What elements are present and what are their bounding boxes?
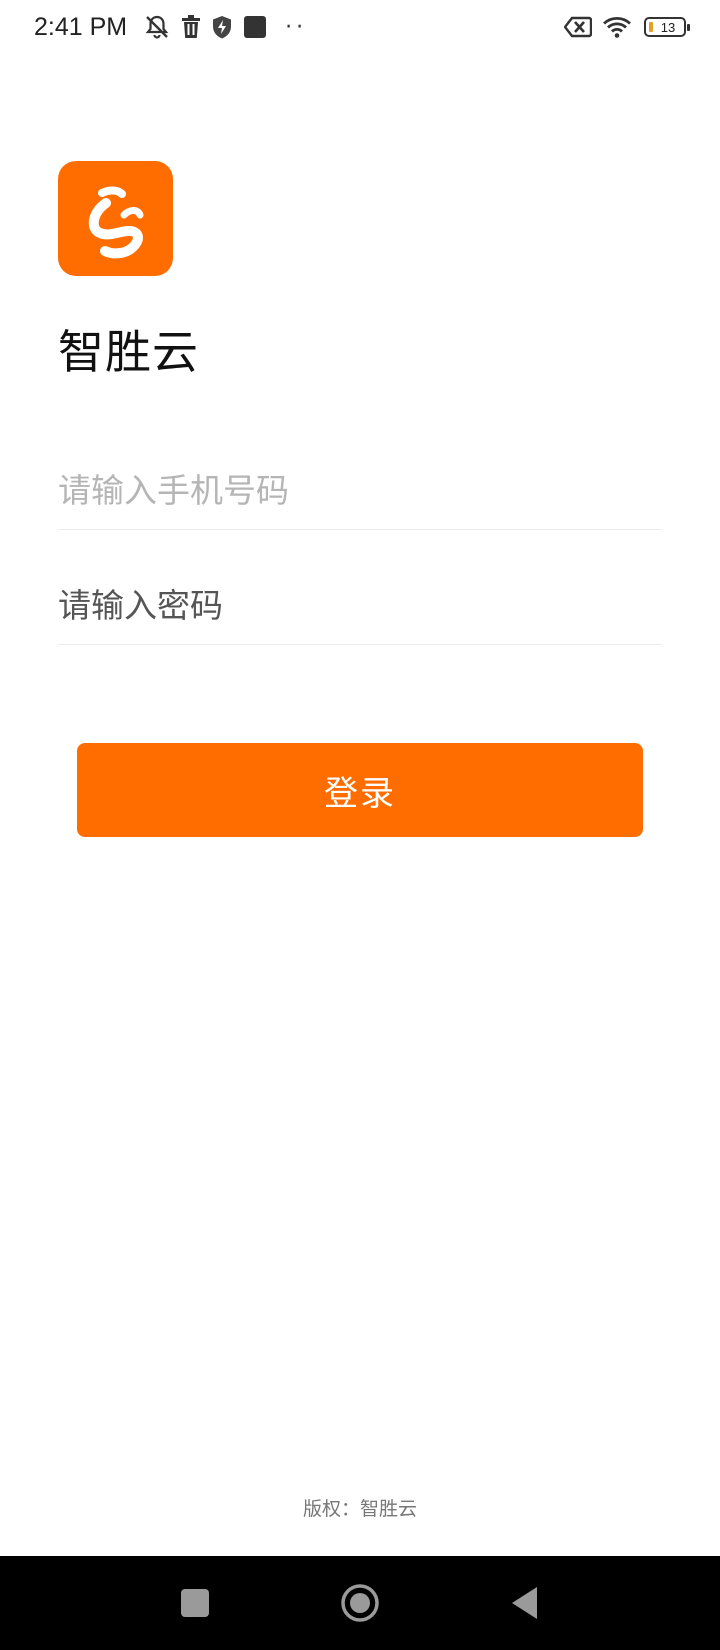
status-bar-left: 2:41 PM ·· (34, 13, 307, 42)
status-time: 2:41 PM (34, 12, 128, 41)
battery-level: 13 (660, 19, 676, 35)
copyright-text: 版权：智胜云 (302, 1498, 417, 1520)
phone-field-container (58, 452, 662, 530)
more-dots-icon: ·· (285, 14, 308, 40)
back-icon[interactable] (500, 1578, 550, 1628)
shield-icon (211, 15, 233, 39)
app-title: 智胜云 (58, 325, 199, 379)
trash-icon (181, 15, 201, 39)
status-bar-right: 13 (554, 15, 690, 39)
battery-icon: 13 (644, 17, 690, 37)
status-bar: 2:41 PM ·· 13 (0, 0, 720, 54)
mute-bell-icon (143, 14, 171, 40)
app-logo-mark-icon (88, 186, 143, 258)
phone-input[interactable] (58, 452, 662, 529)
recents-icon[interactable] (170, 1578, 220, 1628)
login-screen: 2:41 PM ·· 13 智胜云 请输入手机号码 登录 版权：智胜云 (0, 0, 720, 1650)
no-sim-icon (564, 16, 592, 38)
password-field-container (58, 567, 662, 645)
navigation-bar (0, 1556, 720, 1650)
app-logo (58, 161, 173, 276)
password-input[interactable] (58, 567, 662, 644)
home-icon[interactable] (335, 1578, 385, 1628)
wifi-icon (602, 15, 632, 39)
login-button[interactable]: 登录 (77, 743, 643, 837)
app-square-icon (243, 15, 267, 39)
